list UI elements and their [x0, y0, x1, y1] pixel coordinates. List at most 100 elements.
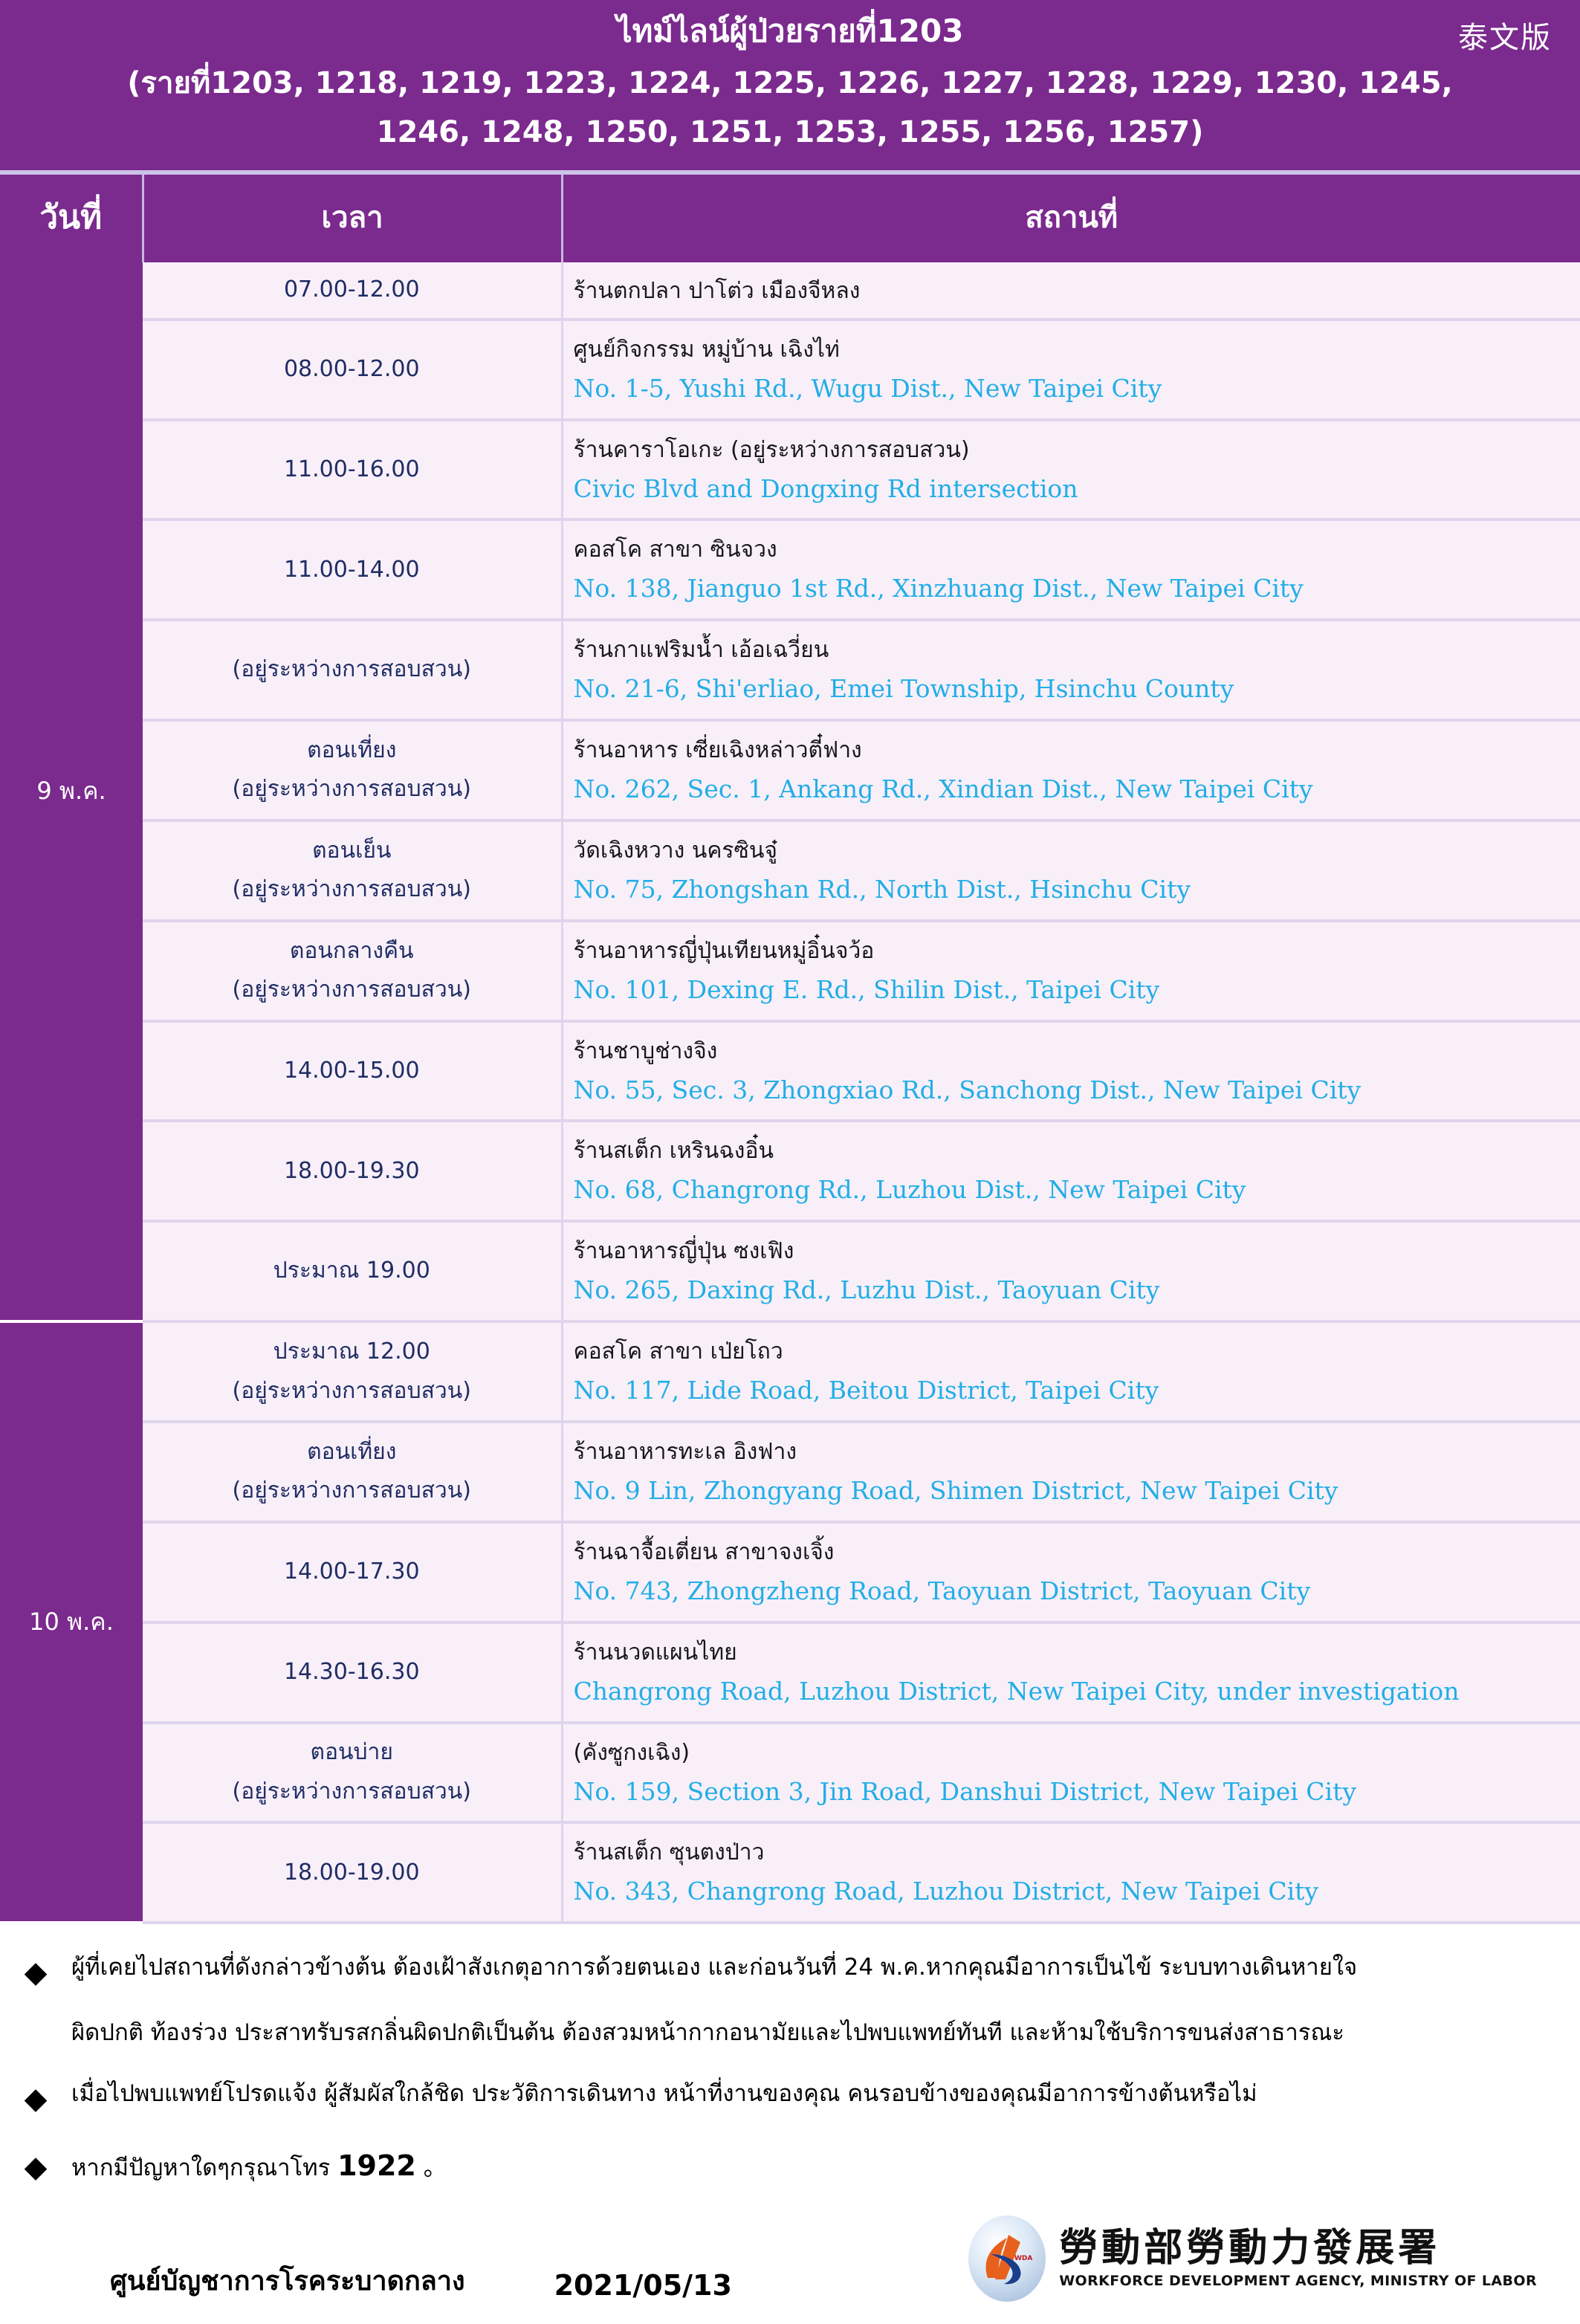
place-name-thai: ร้านอาหารทะเล อิงฟาง	[574, 1432, 1580, 1470]
place-cell: ร้านสเต็ก ซุนตงป่าวNo. 343, Changrong Ro…	[562, 1822, 1580, 1923]
table-row: 11.00-16.00ร้านคาราโอเกะ (อยู่ระหว่างการ…	[0, 420, 1580, 520]
place-name-thai: ร้านอาหารญี่ปุ่นเทียนหมู่อิ๋นจว้อ	[574, 931, 1580, 969]
time-cell: 11.00-14.00	[143, 519, 562, 620]
place-name-thai: ร้านฉาจื้อเตี่ยน สาขาจงเจิ้ง	[574, 1532, 1580, 1570]
note-text-2: เมื่อไปพบแพทย์โปรดแจ้ง ผู้สัมผัสใกล้ชิด …	[71, 2079, 1295, 2110]
time-cell: 07.00-12.00	[143, 262, 562, 320]
time-cell: (อยู่ระหว่างการสอบสวน)	[143, 620, 562, 720]
place-name-thai: ร้านอาหาร เซี่ยเฉิงหล่าวตี๋ฟาง	[574, 731, 1580, 768]
place-address-english: No. 9 Lin, Zhongyang Road, Shimen Distri…	[574, 1470, 1580, 1512]
place-address-english: No. 262, Sec. 1, Ankang Rd., Xindian Dis…	[574, 768, 1580, 810]
table-row: 18.00-19.00ร้านสเต็ก ซุนตงป่าวNo. 343, C…	[0, 1822, 1580, 1923]
publish-date: 2021/05/13	[465, 2269, 732, 2302]
table-row: ตอนเที่ยง(อยู่ระหว่างการสอบสวน)ร้านอาหาร…	[0, 1422, 1580, 1522]
place-address-english: No. 68, Changrong Rd., Luzhou Dist., New…	[574, 1169, 1580, 1211]
table-header-row: วันที่ เวลา สถานที่	[0, 175, 1580, 262]
place-name-thai: ร้านชาบูช่างจิง	[574, 1032, 1580, 1069]
note-item: ◆ เมื่อไปพบแพทย์โปรดแจ้ง ผู้สัมผัสใกล้ชิ…	[0, 2049, 1580, 2117]
hotline-number: 1922	[337, 2149, 416, 2182]
diamond-bullet-icon: ◆	[0, 2079, 71, 2117]
place-cell: (คังซูกงเฉิง)No. 159, Section 3, Jin Roa…	[562, 1723, 1580, 1823]
table-row: ตอนบ่าย(อยู่ระหว่างการสอบสวน)(คังซูกงเฉิ…	[0, 1723, 1580, 1823]
table-row: 14.30-16.30ร้านนวดแผนไทยChangrong Road, …	[0, 1622, 1580, 1723]
page-title: ไทม์ไลน์ผู้ป่วยรายที่1203	[0, 10, 1580, 53]
diamond-bullet-icon: ◆	[0, 1952, 71, 1991]
time-cell: 14.00-15.00	[143, 1021, 562, 1121]
place-cell: ร้านกาแฟริมน้ำ เอ้อเฉวี่ยนNo. 21-6, Shi'…	[562, 620, 1580, 720]
time-cell: 11.00-16.00	[143, 420, 562, 520]
place-name-thai: ศูนย์กิจกรรม หมู่บ้าน เฉิงไท่	[574, 330, 1580, 368]
table-row: 9 พ.ค.07.00-12.00ร้านตกปลา ปาโต่ว เมืองจ…	[0, 262, 1580, 320]
time-cell: 18.00-19.30	[143, 1121, 562, 1221]
table-row: ตอนเที่ยง(อยู่ระหว่างการสอบสวน)ร้านอาหาร…	[0, 720, 1580, 820]
place-name-thai: วัดเฉิงหวาง นครซินจู๋	[574, 831, 1580, 869]
timeline-table: วันที่ เวลา สถานที่ 9 พ.ค.07.00-12.00 ร้า…	[0, 175, 1580, 1925]
place-address-english: No. 21-6, Shi'erliao, Emei Township, Hsi…	[574, 668, 1580, 710]
svg-text:WDA: WDA	[1014, 2255, 1032, 2262]
table-body: 9 พ.ค.07.00-12.00 ร้านตกปลา ปาโต่ว เมืองจ…	[0, 262, 1580, 1923]
table-row: 14.00-17.30ร้านฉาจื้อเตี่ยน สาขาจงเจิ้งN…	[0, 1522, 1580, 1622]
table-row: 08.00-12.00ศูนย์กิจกรรม หมู่บ้าน เฉิงไท่…	[0, 320, 1580, 420]
place-name-thai: ร้านนวดแผนไทย	[574, 1633, 1580, 1671]
place-address-english: No. 117, Lide Road, Beitou District, Tai…	[574, 1370, 1580, 1411]
note-text-3-lead: หากมีปัญหาใดๆกรุณาโทร	[71, 2155, 330, 2181]
note-item: ◆ ผู้ที่เคยไปสถานที่ดังกล่าวข้างต้น ต้อง…	[0, 1945, 1580, 1991]
agency-name-cn: 勞動部勞動力發展署	[1059, 2229, 1537, 2268]
agency-name-en: WORKFORCE DEVELOPMENT AGENCY, MINISTRY O…	[1059, 2268, 1537, 2288]
place-cell: ร้านนวดแผนไทยChangrong Road, Luzhou Dist…	[562, 1622, 1580, 1723]
place-name-thai: ร้านตกปลา ปาโต่ว เมืองจีหลง	[574, 271, 1580, 309]
place-cell: ร้านอาหารญี่ปุ่น ซงเฟิงNo. 265, Daxing R…	[562, 1221, 1580, 1321]
column-header-date: วันที่	[0, 175, 143, 262]
place-address-english: No. 101, Dexing E. Rd., Shilin Dist., Ta…	[574, 969, 1580, 1011]
table-row: 11.00-14.00คอสโค สาขา ซินจวงNo. 138, Jia…	[0, 519, 1580, 620]
table-row: 18.00-19.30 ร้านสเต็ก เหรินฉงอิ๋นNo. 68, …	[0, 1121, 1580, 1221]
time-cell: 14.00-17.30	[143, 1522, 562, 1622]
column-header-time: เวลา	[143, 175, 562, 262]
agency-logo-text: 勞動部勞動力發展署 WORKFORCE DEVELOPMENT AGENCY, …	[1059, 2229, 1537, 2288]
table-header: วันที่ เวลา สถานที่	[0, 175, 1580, 262]
place-address-english: No. 1-5, Yushi Rd., Wugu Dist., New Taip…	[574, 368, 1580, 410]
note-text-1: ผู้ที่เคยไปสถานที่ดังกล่าวข้างต้น ต้องเฝ…	[71, 1952, 1394, 1984]
date-cell: 10 พ.ค.	[0, 1321, 143, 1923]
table-row: ตอนเย็น(อยู่ระหว่างการสอบสวน)วัดเฉิงหวาง…	[0, 820, 1580, 921]
issuing-organization: ศูนย์บัญชาการโรคระบาดกลาง	[0, 2259, 465, 2302]
place-name-thai: ร้านสเต็ก ซุนตงป่าว	[574, 1833, 1580, 1871]
time-cell: ประมาณ 12.00(อยู่ระหว่างการสอบสวน)	[143, 1321, 562, 1422]
place-name-thai: คอสโค สาขา ซินจวง	[574, 530, 1580, 568]
place-address-english: Civic Blvd and Dongxing Rd intersection	[574, 468, 1580, 510]
language-badge: 泰文版	[1458, 13, 1552, 56]
place-address-english: No. 75, Zhongshan Rd., North Dist., Hsin…	[574, 869, 1580, 910]
place-cell: ศูนย์กิจกรรม หมู่บ้าน เฉิงไท่No. 1-5, Yu…	[562, 320, 1580, 420]
place-address-english: No. 265, Daxing Rd., Luzhu Dist., Taoyua…	[574, 1269, 1580, 1311]
date-cell: 9 พ.ค.	[0, 262, 143, 1321]
place-cell: วัดเฉิงหวาง นครซินจู๋No. 75, Zhongshan R…	[562, 820, 1580, 921]
time-cell: ตอนเที่ยง(อยู่ระหว่างการสอบสวน)	[143, 720, 562, 820]
place-name-thai: ร้านคาราโอเกะ (อยู่ระหว่างการสอบสวน)	[574, 430, 1580, 468]
place-cell: คอสโค สาขา ซินจวงNo. 138, Jianguo 1st Rd…	[562, 519, 1580, 620]
agency-logo: WDA 勞動部勞動力發展署 WORKFORCE DEVELOPMENT AGEN…	[968, 2215, 1537, 2302]
time-cell: ตอนเที่ยง(อยู่ระหว่างการสอบสวน)	[143, 1422, 562, 1522]
place-address-english: No. 159, Section 3, Jin Road, Danshui Di…	[574, 1771, 1580, 1813]
page-subtitle: (รายที่1203, 1218, 1219, 1223, 1224, 122…	[0, 53, 1580, 157]
time-cell: 08.00-12.00	[143, 320, 562, 420]
place-name-thai: ร้านสเต็ก เหรินฉงอิ๋น	[574, 1131, 1580, 1169]
place-name-thai: ร้านกาแฟริมน้ำ เอ้อเฉวี่ยน	[574, 630, 1580, 668]
place-cell: ร้านอาหารทะเล อิงฟางNo. 9 Lin, Zhongyang…	[562, 1422, 1580, 1522]
table-row: ประมาณ 19.00ร้านอาหารญี่ปุ่น ซงเฟิงNo. 2…	[0, 1221, 1580, 1321]
place-name-thai: คอสโค สาขา เป่ยโถว	[574, 1332, 1580, 1370]
note-item: ◆ หากมีปัญหาใดๆกรุณาโทร 1922 。	[0, 2117, 1580, 2186]
place-cell: ร้านชาบูช่างจิงNo. 55, Sec. 3, Zhongxiao…	[562, 1021, 1580, 1121]
place-cell: ร้านตกปลา ปาโต่ว เมืองจีหลง	[562, 262, 1580, 320]
place-cell: คอสโค สาขา เป่ยโถวNo. 117, Lide Road, Be…	[562, 1321, 1580, 1422]
note-text-1b: ผิดปกติ ท้องร่วง ประสาทรับรสกลิ่นผิดปกติ…	[71, 1998, 1382, 2049]
column-header-place: สถานที่	[562, 175, 1580, 262]
place-cell: ร้านอาหาร เซี่ยเฉิงหล่าวตี๋ฟางNo. 262, S…	[562, 720, 1580, 820]
place-cell: ร้านอาหารญี่ปุ่นเทียนหมู่อิ๋นจว้อNo. 101…	[562, 921, 1580, 1021]
place-cell: ร้านคาราโอเกะ (อยู่ระหว่างการสอบสวน)Civi…	[562, 420, 1580, 520]
table-row: ตอนกลางคืน(อยู่ระหว่างการสอบสวน)ร้านอาหา…	[0, 921, 1580, 1021]
time-cell: ตอนเย็น(อยู่ระหว่างการสอบสวน)	[143, 820, 562, 921]
time-cell: 14.30-16.30	[143, 1622, 562, 1723]
place-address-english: Changrong Road, Luzhou District, New Tai…	[574, 1671, 1580, 1712]
note-text-3-tail: 。	[424, 2155, 447, 2181]
agency-logo-mark-icon: WDA	[968, 2215, 1046, 2302]
